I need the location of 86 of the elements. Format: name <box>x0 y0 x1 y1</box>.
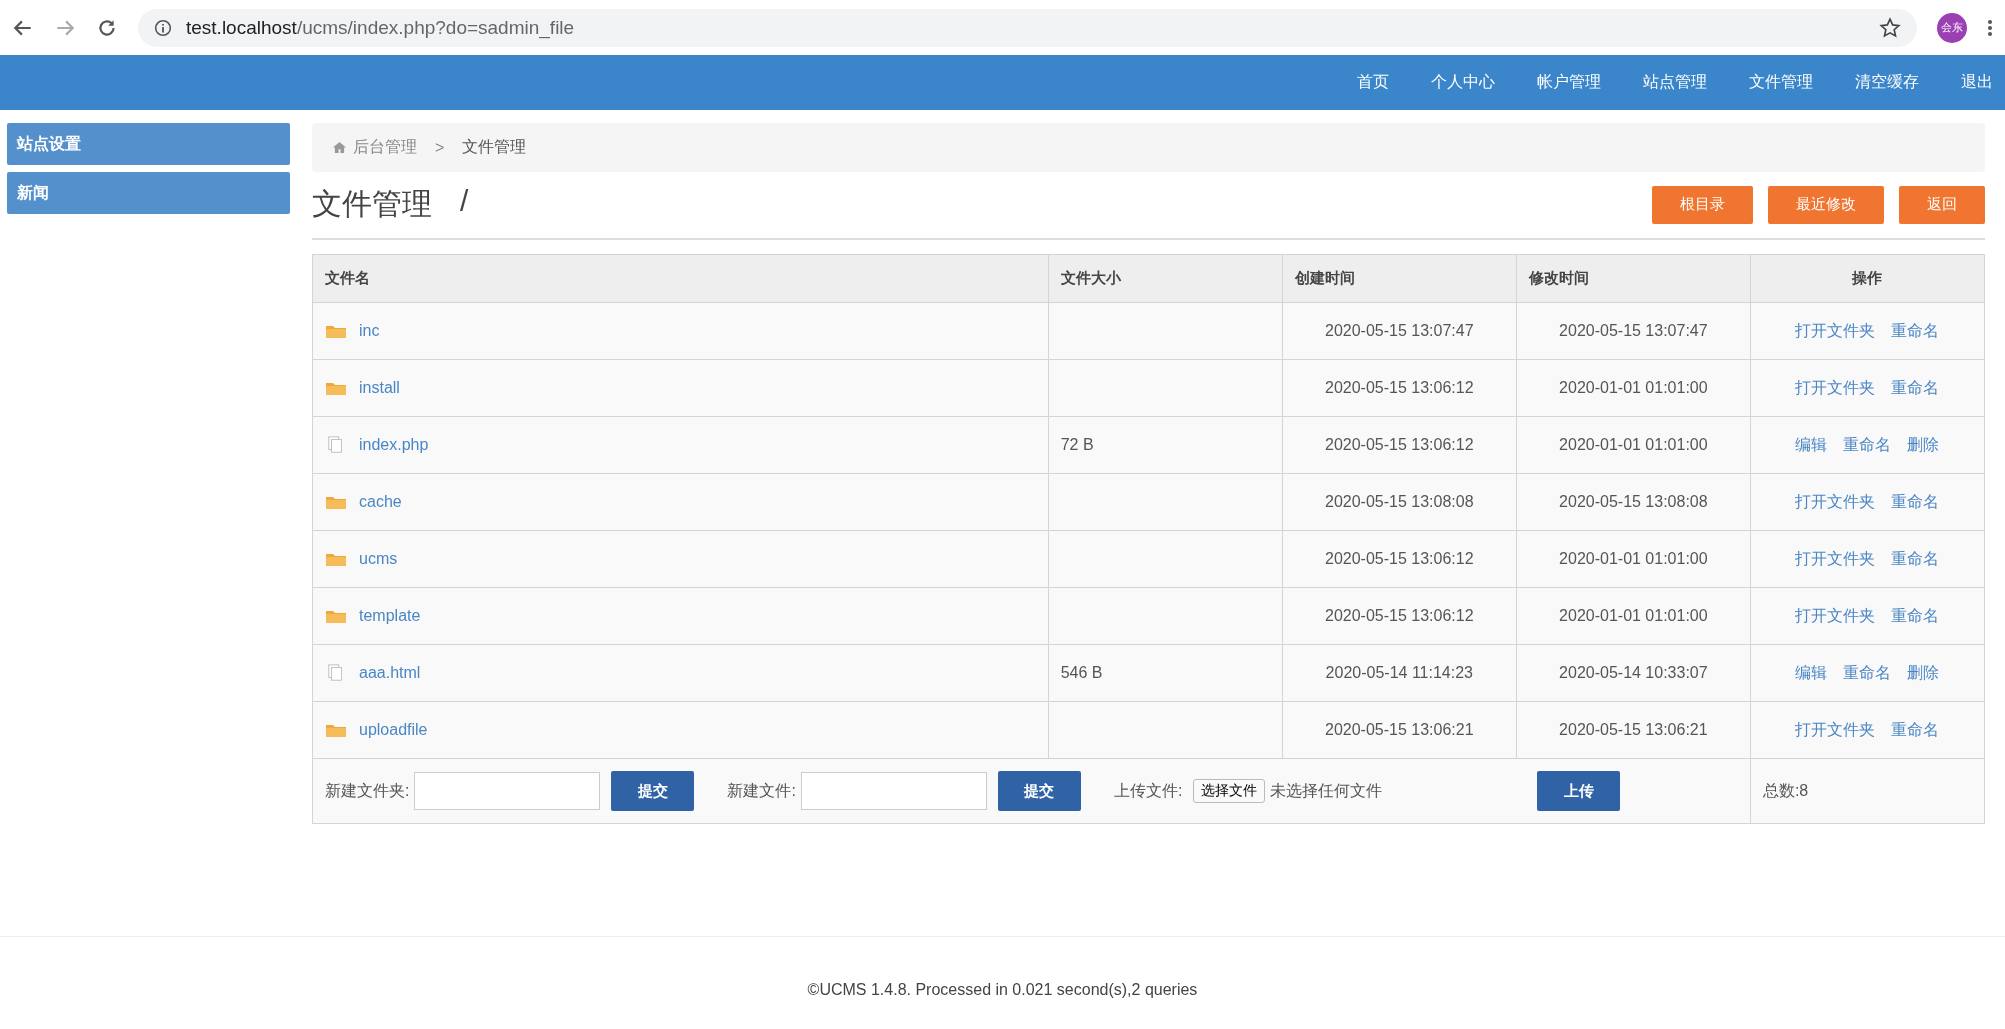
nav-link[interactable]: 文件管理 <box>1749 72 1813 93</box>
modified-time: 2020-01-01 01:01:00 <box>1559 550 1708 567</box>
file-name-link[interactable]: inc <box>359 321 380 339</box>
menu-icon[interactable] <box>1987 17 1993 38</box>
action-link[interactable]: 打开文件夹 <box>1795 605 1876 627</box>
action-link[interactable]: 重命名 <box>1891 605 1940 627</box>
new-folder-field[interactable] <box>414 772 601 810</box>
file-name-link[interactable]: uploadfile <box>359 720 428 738</box>
current-path: / <box>460 184 469 219</box>
action-link[interactable]: 重命名 <box>1891 377 1940 399</box>
modified-time: 2020-05-15 13:08:08 <box>1559 493 1708 510</box>
action-link[interactable]: 重命名 <box>1843 434 1892 456</box>
file-name-link[interactable]: index.php <box>359 435 429 453</box>
action-link[interactable]: 打开文件夹 <box>1795 719 1876 741</box>
created-time: 2020-05-15 13:06:12 <box>1325 379 1474 396</box>
created-time: 2020-05-15 13:06:21 <box>1325 721 1474 738</box>
column-header: 文件名 <box>312 254 1049 303</box>
nav-link[interactable]: 退出 <box>1961 72 1993 93</box>
page-title: 文件管理 <box>312 186 432 222</box>
file-name-link[interactable]: template <box>359 606 421 624</box>
new-folder-label: 新建文件夹: <box>325 780 410 801</box>
toolbar-button[interactable]: 根目录 <box>1652 185 1753 224</box>
modified-time: 2020-01-01 01:01:00 <box>1559 607 1708 624</box>
new-file-label: 新建文件: <box>727 780 796 801</box>
profile-avatar[interactable]: 会东 <box>1937 12 1967 43</box>
nav-link[interactable]: 站点管理 <box>1643 72 1707 93</box>
action-link[interactable]: 打开文件夹 <box>1795 320 1876 342</box>
footer-text: ©UCMS 1.4.8. Processed in 0.021 second(s),2 queries <box>807 981 1198 998</box>
file-name-link[interactable]: cache <box>359 492 402 510</box>
sidebar-item[interactable]: 站点设置 <box>7 123 290 165</box>
breadcrumb-item[interactable]: 后台管理 <box>353 137 417 158</box>
action-link[interactable]: 重命名 <box>1891 719 1940 741</box>
file-name-link[interactable]: ucms <box>359 549 398 567</box>
action-link[interactable]: 编辑 <box>1795 662 1828 684</box>
breadcrumb-item: 文件管理 <box>462 137 527 157</box>
submit-button[interactable]: 提交 <box>611 771 695 811</box>
action-link[interactable]: 打开文件夹 <box>1795 377 1876 399</box>
star-icon[interactable] <box>1879 16 1901 39</box>
action-link[interactable]: 编辑 <box>1795 434 1828 456</box>
modified-time: 2020-01-01 01:01:00 <box>1559 379 1708 396</box>
created-time: 2020-05-15 13:06:12 <box>1325 607 1474 624</box>
modified-time: 2020-05-15 13:06:21 <box>1559 721 1708 738</box>
column-header: 修改时间 <box>1516 254 1751 303</box>
submit-button[interactable]: 提交 <box>997 771 1081 811</box>
toolbar-button[interactable]: 最近修改 <box>1768 185 1884 224</box>
file-size: 546 B <box>1060 664 1103 681</box>
modified-time: 2020-05-15 13:07:47 <box>1559 322 1708 339</box>
column-header: 创建时间 <box>1282 254 1517 303</box>
nav-link[interactable]: 首页 <box>1357 72 1389 93</box>
choose-file-button[interactable]: 选择文件 <box>1193 779 1266 803</box>
action-link[interactable]: 删除 <box>1907 662 1940 684</box>
no-file-text: 未选择任何文件 <box>1270 780 1383 801</box>
column-header: 操作 <box>1750 254 1985 303</box>
url-path: /ucms/index.php?do=sadmin_file <box>296 16 575 39</box>
upload-label: 上传文件: <box>1113 780 1183 801</box>
modified-time: 2020-01-01 01:01:00 <box>1559 436 1708 453</box>
action-link[interactable]: 打开文件夹 <box>1795 491 1876 513</box>
sidebar-item[interactable]: 新闻 <box>7 172 290 214</box>
url-host: test.localhost <box>186 16 297 38</box>
created-time: 2020-05-15 13:06:12 <box>1325 550 1474 567</box>
file-name-link[interactable]: aaa.html <box>359 663 421 681</box>
file-size: 72 B <box>1060 436 1094 453</box>
nav-link[interactable]: 清空缓存 <box>1855 72 1919 93</box>
action-link[interactable]: 重命名 <box>1843 662 1892 684</box>
address-bar[interactable]: test.localhost/ucms/index.php?do=sadmin_file <box>138 8 1917 47</box>
action-link[interactable]: 重命名 <box>1891 320 1940 342</box>
breadcrumb-separator: > <box>435 138 445 157</box>
created-time: 2020-05-15 13:07:47 <box>1325 322 1474 339</box>
file-name-link[interactable]: install <box>359 378 400 396</box>
created-time: 2020-05-15 13:08:08 <box>1325 493 1474 510</box>
created-time: 2020-05-15 13:06:12 <box>1325 436 1474 453</box>
column-header: 文件大小 <box>1048 254 1283 303</box>
home-icon <box>332 141 347 154</box>
info-icon <box>154 18 172 37</box>
action-link[interactable]: 打开文件夹 <box>1795 548 1876 570</box>
action-link[interactable]: 重命名 <box>1891 548 1940 570</box>
created-time: 2020-05-14 11:14:23 <box>1325 664 1473 681</box>
nav-link[interactable]: 个人中心 <box>1431 72 1495 93</box>
nav-link[interactable]: 帐户管理 <box>1537 72 1601 93</box>
total-count: 总数:8 <box>1762 781 1809 799</box>
action-link[interactable]: 重命名 <box>1891 491 1940 513</box>
new-file-field[interactable] <box>800 772 987 810</box>
modified-time: 2020-05-14 10:33:07 <box>1559 664 1708 681</box>
upload-button[interactable]: 上传 <box>1537 771 1621 811</box>
action-link[interactable]: 删除 <box>1907 434 1940 456</box>
toolbar-button[interactable]: 返回 <box>1899 185 1985 224</box>
